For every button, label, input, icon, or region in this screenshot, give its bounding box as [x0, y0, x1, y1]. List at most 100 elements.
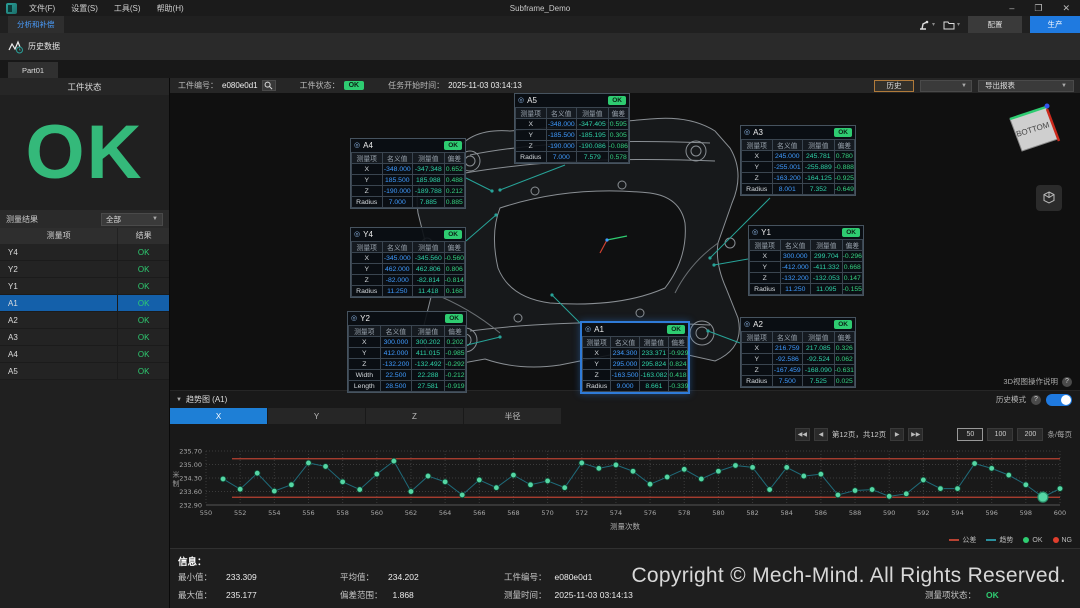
target-icon: ◎ [752, 226, 758, 239]
history-button[interactable]: 历史 [874, 80, 914, 92]
menu-item[interactable]: 帮助(H) [157, 3, 184, 14]
first-page-button[interactable]: ◀◀ [795, 428, 810, 441]
next-page-button[interactable]: ▶ [890, 428, 904, 441]
table-row: Z-167.459-168.090-0.631 [742, 365, 855, 376]
status-badge: OK [344, 81, 365, 90]
help-icon[interactable]: ? [1031, 395, 1041, 405]
list-item[interactable]: Y2OK [0, 261, 169, 278]
list-item[interactable]: A5OK [0, 363, 169, 380]
trend-title[interactable]: ▼ 趋势图 (A1) [176, 394, 227, 405]
chevron-down-icon: ▼ [961, 83, 967, 89]
svg-text:596: 596 [985, 509, 997, 517]
status-badge: OK [444, 230, 462, 239]
result-value: OK [117, 244, 169, 260]
title-bar: 文件(F)设置(S)工具(S)帮助(H) Subframe_Demo – ❐ ✕ [0, 0, 1080, 16]
svg-text:600: 600 [1054, 509, 1066, 517]
robot-arm-icon[interactable]: ▾ [918, 19, 935, 31]
workpiece-status-value: OK [0, 95, 169, 210]
history-mode-label: 历史模式 [996, 394, 1026, 405]
tab-analysis-compensation[interactable]: 分析和补偿 [8, 16, 64, 33]
task-header: 工件编号： e080e0d1 工件状态： OK 任务开始时间： 2025-11-… [170, 78, 1080, 93]
table-row: Y295.000295.8240.824 [583, 359, 688, 370]
close-button[interactable]: ✕ [1062, 3, 1070, 14]
legend-item: 趋势 [986, 535, 1013, 545]
table-row: Y-255.001-255.889-0.888 [742, 162, 855, 173]
list-item[interactable]: Y1OK [0, 278, 169, 295]
fit-view-button[interactable] [1036, 185, 1062, 211]
status-badge: OK [444, 141, 462, 150]
page-size-200[interactable]: 200 [1017, 428, 1043, 441]
list-item[interactable]: A1OK [0, 295, 169, 312]
history-data-tool[interactable]: 历史数据 [8, 39, 60, 55]
callout-a4[interactable]: ◎A4OK测量项名义值测量值偏差X-348.000-347.3480.652Y1… [350, 138, 466, 209]
collapse-arrow-icon: ▼ [176, 397, 182, 403]
last-page-button[interactable]: ▶▶ [908, 428, 923, 441]
callout-a5[interactable]: ◎A5OK测量项名义值测量值偏差X-348.000-347.4050.595Y-… [514, 93, 630, 164]
callout-a2[interactable]: ◎A2OK测量项名义值测量值偏差X216.759217.0850.326Y-92… [740, 317, 856, 388]
trend-chart-svg[interactable]: 235.70235.00234.30233.60232.905505525545… [176, 447, 1072, 519]
table-row: Y462.000462.8060.806 [352, 264, 465, 275]
help-icon[interactable]: ? [1062, 377, 1072, 387]
callout-a3[interactable]: ◎A3OK测量项名义值测量值偏差X245.000245.7810.780Y-25… [740, 125, 856, 196]
viewport-3d[interactable]: BOTTOM ◎A5OK测量项名义值测量值偏差X-348.000-347.405… [170, 93, 1080, 390]
measurement-name: A3 [0, 329, 117, 345]
table-row: X300.000300.2020.202 [349, 337, 466, 348]
tab-part01[interactable]: Part01 [8, 62, 58, 78]
target-icon: ◎ [744, 318, 750, 331]
result-value: OK [117, 261, 169, 277]
export-report-button[interactable]: 导出报表 ▼ [978, 80, 1074, 92]
page-indicator: 第12页，共12页 [832, 429, 886, 440]
status-badge: OK [445, 314, 463, 323]
callout-y1[interactable]: ◎Y1OK测量项名义值测量值偏差X300.000299.704-0.296Y-4… [748, 225, 864, 296]
view-cube[interactable]: BOTTOM [998, 101, 1068, 163]
axis-tab-x[interactable]: X [170, 408, 267, 424]
menu-item[interactable]: 文件(F) [29, 3, 55, 14]
result-filter-dropdown[interactable]: 全部 ▼ [101, 213, 163, 226]
production-button[interactable]: 生产 [1030, 16, 1080, 33]
target-icon: ◎ [585, 323, 591, 336]
measurement-name: A5 [0, 363, 117, 379]
axis-tab-y[interactable]: Y [268, 408, 365, 424]
max-value: 最大值：235.177 [178, 589, 257, 601]
table-row: X216.759217.0850.326 [742, 343, 855, 354]
table-row: Z-132.200-132.492-0.292 [349, 359, 466, 370]
project-folder-icon[interactable]: ▾ [943, 19, 960, 31]
status-label: 工件状态： [300, 80, 340, 91]
history-mode-toggle[interactable] [1046, 394, 1072, 406]
page-size-100[interactable]: 100 [987, 428, 1013, 441]
table-row: Radius9.0008.661-0.339 [583, 381, 688, 392]
callout-y2[interactable]: ◎Y2OK测量项名义值测量值偏差X300.000300.2020.202Y412… [347, 311, 467, 393]
status-badge: OK [834, 128, 852, 137]
prev-page-button[interactable]: ◀ [814, 428, 828, 441]
list-item[interactable]: A2OK [0, 312, 169, 329]
info-time: 测量时间：2025-11-03 03:14:13 [504, 589, 633, 601]
list-item[interactable]: Y4OK [0, 244, 169, 261]
axis-tab-radius[interactable]: 半径 [464, 408, 561, 424]
svg-text:594: 594 [951, 509, 963, 517]
list-item[interactable]: A4OK [0, 346, 169, 363]
table-row: Length28.50027.581-0.919 [349, 381, 466, 392]
history-range-dropdown[interactable]: ▼ [920, 80, 972, 92]
trend-wave-icon [8, 39, 24, 55]
callout-a1[interactable]: ◎A1OK测量项名义值测量值偏差X234.300233.371-0.929Y29… [580, 321, 690, 394]
axis-tab-z[interactable]: Z [366, 408, 463, 424]
table-row: Y185.500185.9880.488 [352, 175, 465, 186]
page-size-50[interactable]: 50 [957, 428, 983, 441]
menu-item[interactable]: 工具(S) [114, 3, 141, 14]
svg-text:235.00: 235.00 [179, 461, 202, 469]
svg-text:552: 552 [234, 509, 246, 517]
list-item[interactable]: A3OK [0, 329, 169, 346]
measurement-name: A2 [0, 312, 117, 328]
callout-header: ◎A3OK [741, 126, 855, 139]
callout-name: Y4 [363, 230, 441, 239]
viewer-help-link[interactable]: 3D视图操作说明 [1003, 376, 1058, 387]
results-table-header: 测量项结果 [0, 228, 169, 244]
maximize-button[interactable]: ❐ [1034, 3, 1042, 14]
config-button[interactable]: 配置 [968, 16, 1022, 33]
minimize-button[interactable]: – [1009, 3, 1014, 13]
callout-y4[interactable]: ◎Y4OK测量项名义值测量值偏差X-345.000-345.560-0.560Y… [350, 227, 466, 298]
search-button[interactable] [262, 80, 276, 91]
menu-item[interactable]: 设置(S) [71, 3, 98, 14]
svg-text:586: 586 [815, 509, 827, 517]
sidebar: 工件状态 OK 测量结果 全部 ▼ 测量项结果 Y4OKY2OKY1OKA1OK… [0, 78, 170, 608]
